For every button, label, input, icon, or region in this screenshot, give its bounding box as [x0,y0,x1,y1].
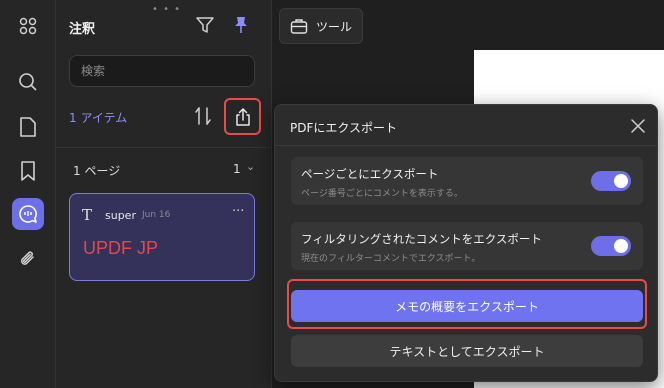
export-filtered-toggle[interactable] [591,236,631,256]
dialog-divider [275,145,657,146]
export-pdf-dialog: PDFにエクスポート ページごとにエクスポート ページ番号ごとにコメントを表示す… [274,104,658,382]
icon-rail [0,0,56,388]
search-icon[interactable] [12,66,44,98]
tools-label: ツール [316,19,353,34]
toggle-knob [614,239,628,253]
option-subtitle: 現在のフィルターコメントでエクスポート。 [301,254,481,264]
export-button[interactable] [224,98,261,135]
page-icon[interactable] [12,111,44,143]
export-as-text-button[interactable]: テキストとしてエクスポート [291,335,643,367]
more-options-icon[interactable]: ··· [232,204,244,219]
toolbox-icon [290,19,308,34]
text-annotation-icon: T [82,206,93,224]
chevron-down-icon[interactable]: ⌄ [246,160,255,173]
comment-icon[interactable] [12,198,44,230]
divider [56,147,272,148]
toggle-knob [614,174,628,188]
attachment-icon[interactable] [12,243,44,275]
annotation-author: super [105,209,136,222]
bookmark-icon[interactable] [12,155,44,187]
export-memo-summary-button[interactable]: メモの概要をエクスポート [291,290,643,322]
apps-icon[interactable] [12,10,44,42]
export-filtered-option: フィルタリングされたコメントをエクスポート 現在のフィルターコメントでエクスポー… [291,222,643,270]
annotation-card[interactable]: T super Jun 16 ··· UPDF JP [69,193,255,281]
item-count: 1 アイテム [69,111,128,125]
search-input[interactable] [69,55,255,87]
option-subtitle: ページ番号ごとにコメントを表示する。 [301,189,463,199]
page-group-count[interactable]: 1 [233,162,241,176]
annotation-date: Jun 16 [142,210,171,220]
close-icon[interactable] [628,116,648,136]
export-icon [235,107,250,126]
filter-icon[interactable] [195,15,215,35]
annotation-panel: • • • 注釈 1 アイテム 1 ページ 1 ⌄ T super Jun 16… [56,0,272,388]
export-by-page-option: ページごとにエクスポート ページ番号ごとにコメントを表示する。 [291,157,643,205]
tools-button[interactable]: ツール [279,8,363,44]
sort-icon[interactable] [193,105,213,127]
dialog-title: PDFにエクスポート [290,121,398,135]
annotation-text: UPDF JP [83,238,159,258]
option-title: フィルタリングされたコメントをエクスポート [301,232,542,246]
pin-icon[interactable] [231,15,251,35]
page-group-label: 1 ページ [73,164,121,178]
panel-title: 注釈 [69,22,96,37]
drag-handle-icon[interactable]: • • • [152,4,181,15]
option-title: ページごとにエクスポート [301,167,439,181]
export-by-page-toggle[interactable] [591,171,631,191]
